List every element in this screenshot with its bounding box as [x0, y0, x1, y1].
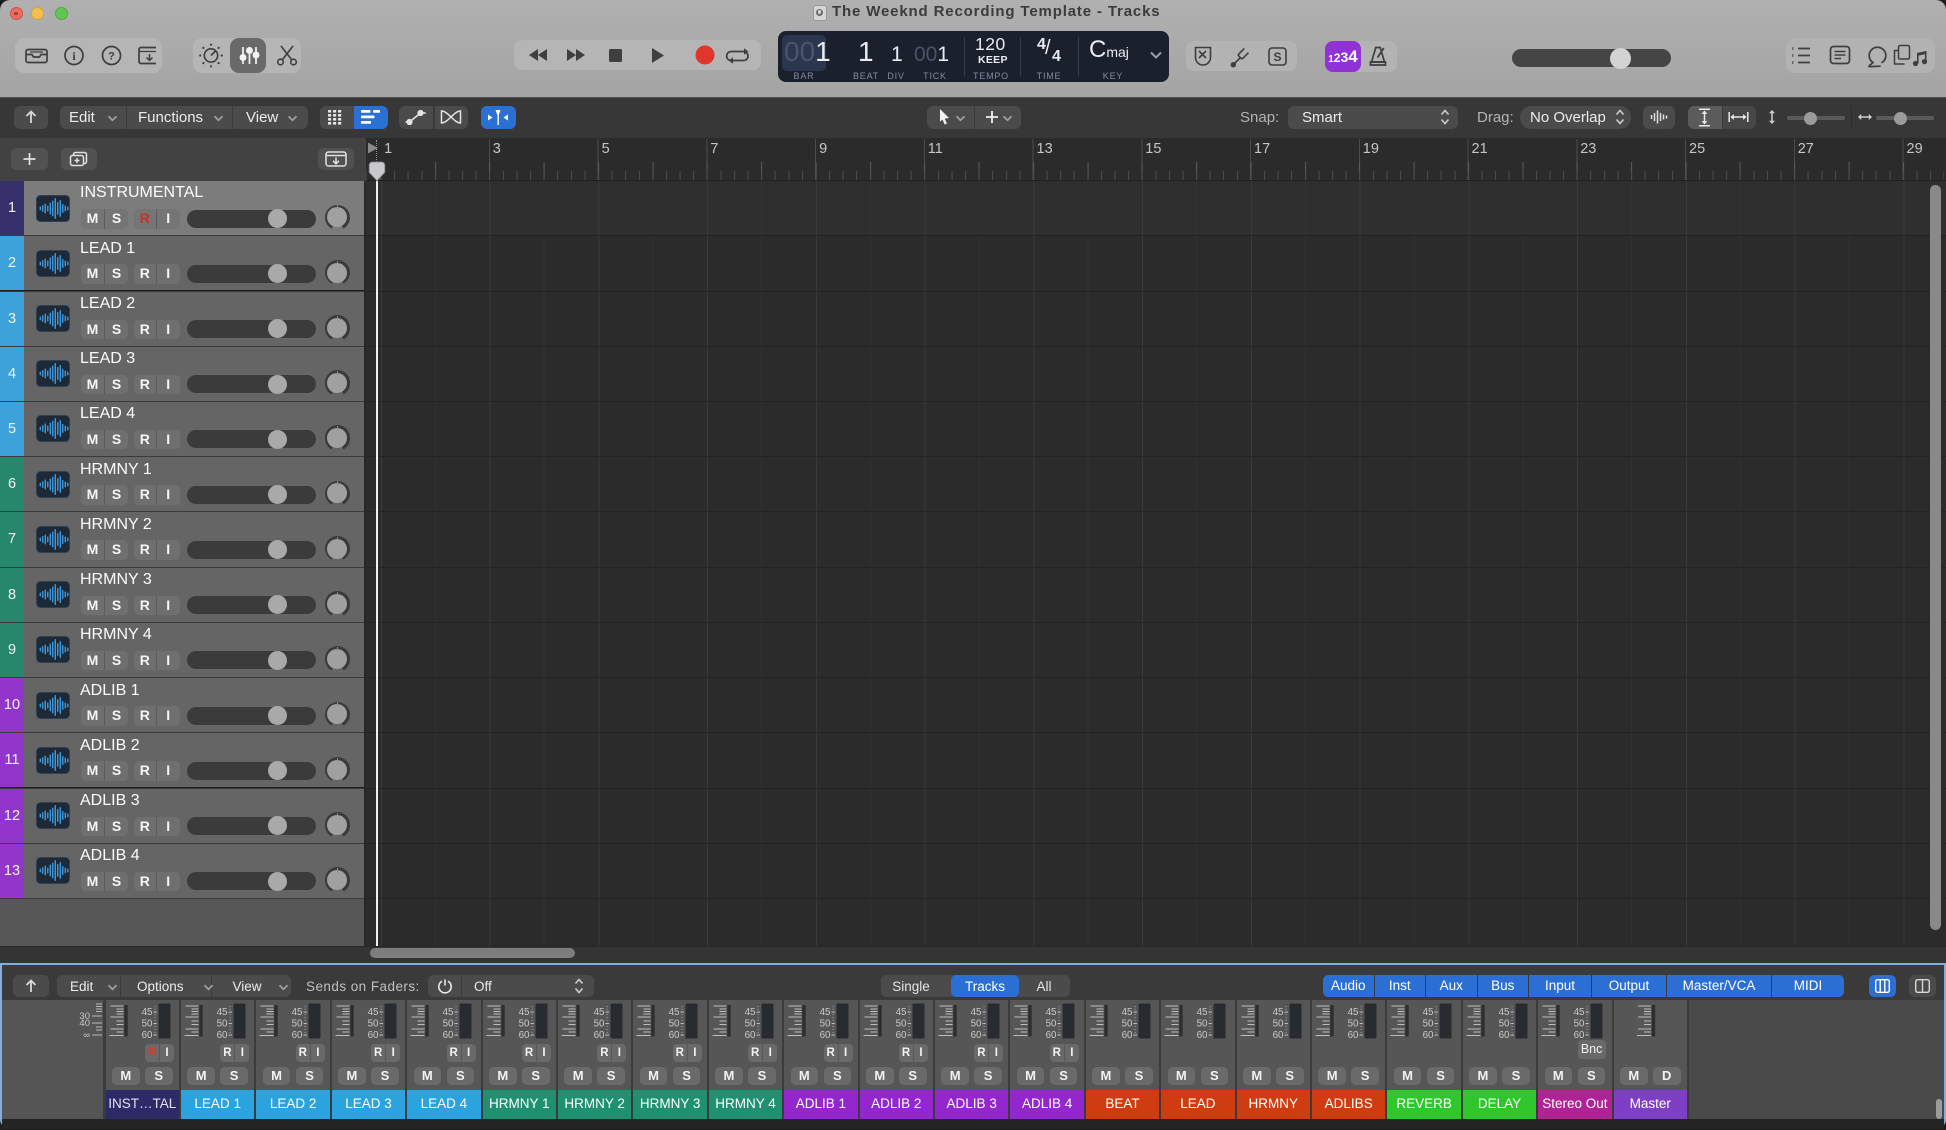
- svg-text:60: 60: [744, 1030, 755, 1041]
- svg-text:45: 45: [895, 1007, 906, 1018]
- svg-text:60: 60: [1347, 1030, 1358, 1041]
- svg-text:50: 50: [895, 1018, 906, 1029]
- svg-text:45: 45: [744, 1007, 755, 1018]
- svg-text:?: ?: [108, 51, 115, 63]
- svg-text:45: 45: [593, 1007, 604, 1018]
- svg-text:50: 50: [669, 1018, 680, 1029]
- svg-text:50: 50: [820, 1018, 831, 1029]
- svg-text:50: 50: [1197, 1018, 1208, 1029]
- svg-text:∞: ∞: [83, 1030, 90, 1041]
- svg-text:45: 45: [1347, 1007, 1358, 1018]
- svg-text:60: 60: [1272, 1030, 1283, 1041]
- svg-text:50: 50: [292, 1018, 303, 1029]
- svg-text:60: 60: [292, 1030, 303, 1041]
- svg-text:60: 60: [216, 1030, 227, 1041]
- svg-text:60: 60: [895, 1030, 906, 1041]
- svg-text:60: 60: [820, 1030, 831, 1041]
- svg-text:45: 45: [443, 1007, 454, 1018]
- svg-text:45: 45: [1197, 1007, 1208, 1018]
- svg-text:50: 50: [367, 1018, 378, 1029]
- svg-text:60: 60: [593, 1030, 604, 1041]
- svg-text:45: 45: [669, 1007, 680, 1018]
- svg-text:i: i: [72, 49, 76, 63]
- svg-text:40: 40: [79, 1018, 90, 1029]
- svg-text:50: 50: [1574, 1018, 1585, 1029]
- svg-text:60: 60: [518, 1030, 529, 1041]
- svg-text:60: 60: [1046, 1030, 1057, 1041]
- svg-text:45: 45: [367, 1007, 378, 1018]
- svg-text:60: 60: [443, 1030, 454, 1041]
- svg-text:60: 60: [1498, 1030, 1509, 1041]
- svg-text:50: 50: [1347, 1018, 1358, 1029]
- svg-text:50: 50: [1046, 1018, 1057, 1029]
- svg-text:50: 50: [216, 1018, 227, 1029]
- svg-text:50: 50: [970, 1018, 981, 1029]
- svg-text:50: 50: [1498, 1018, 1509, 1029]
- svg-text:60: 60: [669, 1030, 680, 1041]
- svg-text:45: 45: [216, 1007, 227, 1018]
- svg-text:45: 45: [292, 1007, 303, 1018]
- svg-text:45: 45: [1423, 1007, 1434, 1018]
- svg-text:50: 50: [1272, 1018, 1283, 1029]
- svg-text:45: 45: [1046, 1007, 1057, 1018]
- svg-text:45: 45: [518, 1007, 529, 1018]
- svg-text:60: 60: [970, 1030, 981, 1041]
- svg-text:50: 50: [1121, 1018, 1132, 1029]
- svg-text:45: 45: [1121, 1007, 1132, 1018]
- svg-text:50: 50: [141, 1018, 152, 1029]
- svg-text:45: 45: [1574, 1007, 1585, 1018]
- svg-text:50: 50: [443, 1018, 454, 1029]
- svg-text:45: 45: [820, 1007, 831, 1018]
- svg-text:60: 60: [1121, 1030, 1132, 1041]
- svg-text:50: 50: [518, 1018, 529, 1029]
- svg-text:45: 45: [1498, 1007, 1509, 1018]
- svg-text:60: 60: [1197, 1030, 1208, 1041]
- svg-text:60: 60: [141, 1030, 152, 1041]
- svg-text:50: 50: [593, 1018, 604, 1029]
- svg-text:60: 60: [367, 1030, 378, 1041]
- svg-text:45: 45: [970, 1007, 981, 1018]
- svg-text:60: 60: [1423, 1030, 1434, 1041]
- svg-text:50: 50: [744, 1018, 755, 1029]
- svg-text:45: 45: [141, 1007, 152, 1018]
- svg-text:S: S: [1273, 50, 1281, 64]
- svg-text:45: 45: [1272, 1007, 1283, 1018]
- svg-text:50: 50: [1423, 1018, 1434, 1029]
